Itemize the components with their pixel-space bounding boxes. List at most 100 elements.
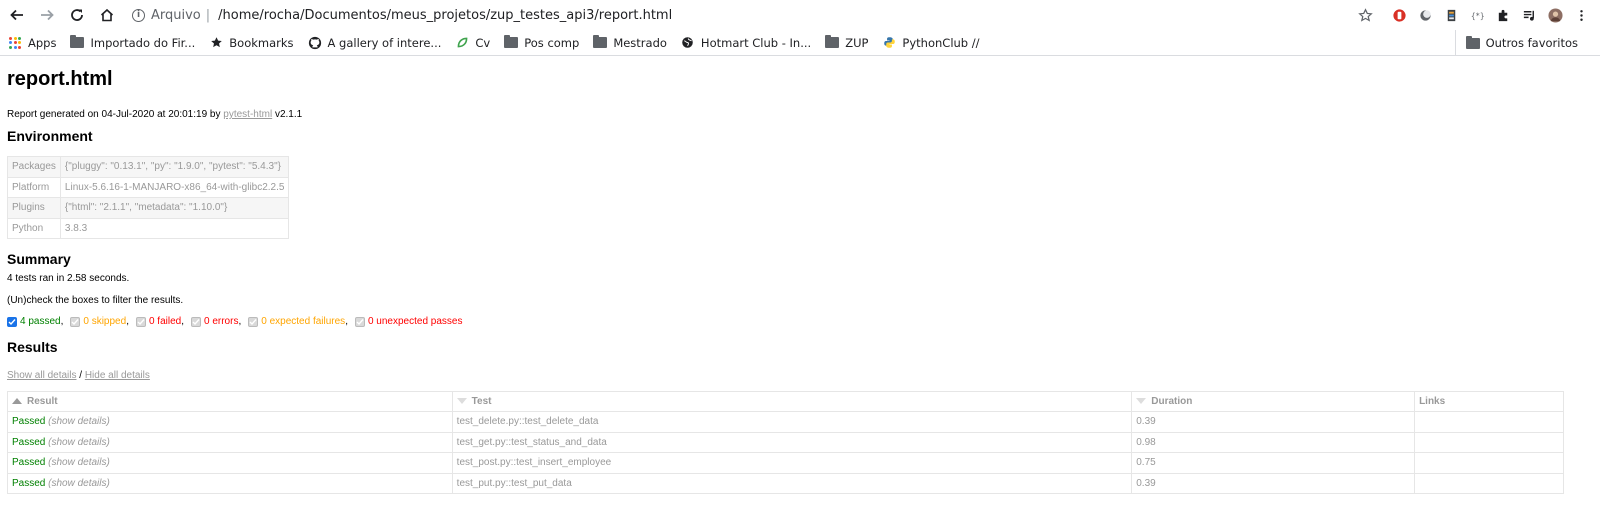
checkbox-disabled-icon[interactable]: [135, 316, 146, 327]
env-key: Plugins: [7, 197, 61, 219]
site-info-icon[interactable]: i: [132, 8, 151, 22]
bookmark-apps[interactable]: Apps: [8, 36, 56, 50]
details-separator: /: [79, 370, 83, 381]
bookmark-importado[interactable]: Importado do Fir...: [70, 35, 195, 50]
column-header-duration[interactable]: Duration: [1131, 391, 1416, 412]
bookmark-pos-comp[interactable]: Pos comp: [504, 35, 580, 50]
details-toggle: Show all details / Hide all details: [7, 370, 1593, 381]
bookmark-other[interactable]: Outros favoritos: [1454, 30, 1578, 56]
extensions-menu-button[interactable]: [1490, 2, 1516, 28]
column-label: Test: [471, 396, 492, 407]
checkbox-disabled-icon[interactable]: [70, 316, 81, 327]
omnibox-url[interactable]: /home/rocha/Documentos/meus_projetos/zup…: [218, 8, 672, 23]
puzzle-icon: [1498, 9, 1507, 21]
arrow-left-icon: [10, 9, 23, 21]
checkbox-disabled-icon[interactable]: [191, 316, 201, 327]
bookmark-label: Mestrado: [613, 35, 667, 50]
hide-all-details-link[interactable]: Hide all details: [85, 370, 150, 381]
show-details-toggle[interactable]: (show details): [48, 478, 110, 489]
result-status: Passed: [12, 416, 46, 428]
table-row[interactable]: Passed (show details) test_put.py::test_…: [7, 472, 1564, 494]
home-icon: [100, 8, 114, 22]
bookmark-hotmart[interactable]: Hotmart Club - In...: [681, 36, 811, 50]
extension-moon-button[interactable]: [1412, 2, 1438, 28]
environment-heading: Environment: [7, 128, 93, 144]
bookmark-star-button[interactable]: [1352, 2, 1378, 28]
filter-passed[interactable]: 4 passed,: [7, 316, 63, 327]
show-all-details-link[interactable]: Show all details: [7, 370, 76, 381]
table-row[interactable]: Passed (show details) test_get.py::test_…: [7, 431, 1564, 453]
table-row[interactable]: Passed (show details) test_post.py::test…: [7, 452, 1564, 474]
code-brackets-icon: {*}: [1470, 11, 1484, 20]
duration-cell: 0.39: [1131, 472, 1416, 494]
bookmark-mestrado[interactable]: Mestrado: [593, 35, 667, 50]
red-shield-icon: [1392, 8, 1406, 22]
bookmarks-bar: Apps Importado do Fir... Bookmarks A gal…: [0, 30, 1600, 56]
forward-button[interactable]: [34, 2, 60, 28]
env-row: Plugins {"html": "2.1.1", "metadata": "1…: [7, 197, 290, 219]
checkbox-checked-icon[interactable]: [7, 316, 17, 327]
env-key: Packages: [7, 156, 61, 178]
folder-icon: [70, 35, 85, 50]
extension-icons: {*}: [1352, 2, 1594, 28]
globe-icon: [681, 36, 695, 50]
star-icon: [209, 36, 223, 50]
filter-skipped[interactable]: 0 skipped,: [70, 316, 129, 327]
filter-label: 0 failed: [148, 316, 182, 327]
reload-button[interactable]: [64, 2, 90, 28]
results-header-row: Result Test Duration Links: [7, 391, 1564, 412]
filter-errors[interactable]: 0 errors,: [191, 316, 241, 327]
checkbox-disabled-icon[interactable]: [354, 316, 365, 327]
show-details-toggle[interactable]: (show details): [48, 416, 110, 427]
playlist-icon: [1523, 10, 1534, 21]
column-header-result[interactable]: Result: [7, 391, 453, 412]
result-cell: Passed (show details): [7, 472, 453, 494]
checkbox-disabled-icon[interactable]: [248, 316, 259, 327]
filter-failed[interactable]: 0 failed,: [135, 316, 184, 327]
bookmark-label: Pos comp: [524, 35, 580, 50]
omnibox-separator: |: [205, 7, 211, 23]
generated-prefix: Report generated on 04-Jul-2020 at 20:01…: [7, 109, 221, 120]
profile-avatar-button[interactable]: [1542, 2, 1568, 28]
browser-menu-button[interactable]: [1568, 2, 1594, 28]
page-title: report.html: [7, 68, 113, 90]
address-bar[interactable]: i Arquivo | /home/rocha/Documentos/meus_…: [132, 1, 1352, 29]
bookmark-zup[interactable]: ZUP: [825, 35, 868, 50]
report-page: report.html Report generated on 04-Jul-2…: [0, 68, 1600, 494]
filter-label: 0 expected failures: [261, 316, 346, 327]
github-icon: [308, 36, 322, 50]
bookmark-label: Hotmart Club - In...: [700, 35, 812, 50]
bookmark-bookmarks[interactable]: Bookmarks: [209, 36, 294, 50]
home-button[interactable]: [94, 2, 120, 28]
pytest-html-link[interactable]: pytest-html: [223, 109, 272, 120]
results-heading: Results: [7, 339, 58, 355]
bookmark-label: PythonClub //: [902, 35, 980, 50]
extension-red-button[interactable]: [1386, 2, 1412, 28]
bookmark-cv[interactable]: Cv: [455, 36, 490, 50]
extension-code-button[interactable]: {*}: [1464, 2, 1490, 28]
env-key: Python: [7, 217, 61, 239]
links-cell: [1414, 431, 1564, 453]
column-header-test[interactable]: Test: [451, 391, 1133, 412]
bookmark-label: Cv: [475, 35, 491, 50]
kebab-menu-icon: [1579, 9, 1583, 21]
arrow-right-icon: [41, 9, 54, 21]
folder-icon: [825, 35, 840, 50]
filter-unexpected-passes[interactable]: 0 unexpected passes: [354, 316, 462, 327]
bookmark-pythonclub[interactable]: PythonClub //: [882, 35, 980, 50]
leaf-icon: [455, 36, 469, 50]
env-row: Platform Linux-5.6.16-1-MANJARO-x86_64-w…: [7, 176, 290, 198]
show-details-toggle[interactable]: (show details): [48, 457, 110, 468]
column-label: Duration: [1151, 396, 1193, 407]
filter-expected-failures[interactable]: 0 expected failures,: [248, 316, 348, 327]
extension-film-button[interactable]: [1438, 2, 1464, 28]
show-details-toggle[interactable]: (show details): [48, 437, 110, 448]
env-value: 3.8.3: [59, 217, 290, 239]
media-control-button[interactable]: [1516, 2, 1542, 28]
bookmark-label: Outros favoritos: [1485, 36, 1578, 50]
back-button[interactable]: [4, 2, 30, 28]
test-name-cell: test_post.py::test_insert_employee: [451, 452, 1133, 474]
browser-toolbar: i Arquivo | /home/rocha/Documentos/meus_…: [0, 0, 1600, 30]
table-row[interactable]: Passed (show details) test_delete.py::te…: [7, 411, 1564, 433]
bookmark-gallery[interactable]: A gallery of intere...: [308, 36, 441, 50]
